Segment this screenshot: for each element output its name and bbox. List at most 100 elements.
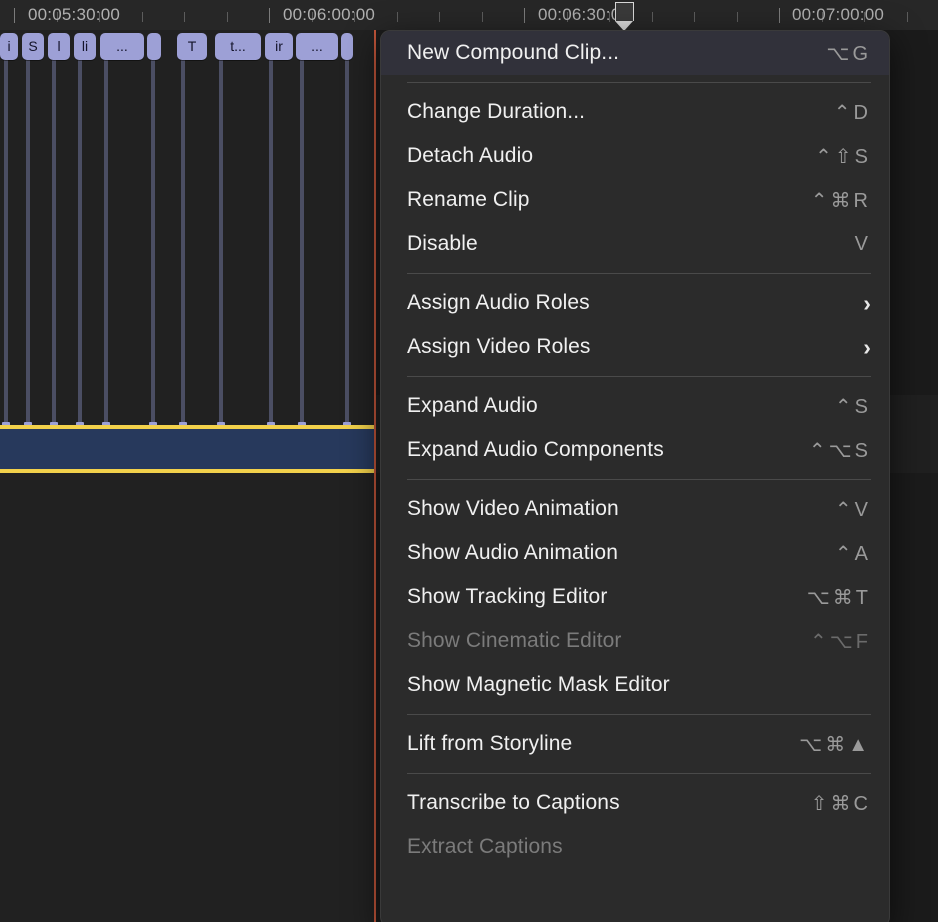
connected-clip[interactable]: ir	[265, 33, 293, 60]
menu-item-label: Show Video Animation	[407, 497, 619, 520]
menu-item-label: Transcribe to Captions	[407, 791, 620, 814]
menu-item-shortcut: ⌃A	[834, 542, 871, 565]
menu-item[interactable]: Show Magnetic Mask Editor	[381, 663, 889, 707]
menu-item-label: Show Cinematic Editor	[407, 629, 622, 652]
menu-item-label: Extract Captions	[407, 835, 563, 858]
menu-item-label: Show Magnetic Mask Editor	[407, 673, 670, 696]
connected-clip[interactable]: l	[48, 33, 70, 60]
ruler-timecode-label: 00:07:00:00	[792, 5, 885, 24]
ruler-timecode-label: 00:05:30:00	[28, 5, 121, 24]
ruler-timecode-label: 00:06:00:00	[283, 5, 376, 24]
timeline-ruler[interactable]: 00:05:30:00 00:06:00:00 00:06:30:00 00:07:0…	[0, 0, 938, 31]
clip-context-menu[interactable]: New Compound Clip... ⌥G Change Duration...…	[380, 30, 890, 922]
connected-clip[interactable]	[341, 33, 353, 60]
chevron-right-icon: ›	[863, 333, 871, 360]
menu-item[interactable]: New Compound Clip... ⌥G	[381, 31, 889, 75]
ruler-minor-tick	[439, 12, 440, 22]
menu-separator	[407, 82, 871, 83]
menu-item[interactable]: Expand Audio Components ⌃⌥S	[381, 428, 889, 472]
connected-clip-label: ir	[275, 38, 283, 54]
playhead-line[interactable]	[374, 30, 376, 922]
menu-separator	[407, 376, 871, 377]
menu-item[interactable]: Lift from Storyline ⌥⌘▲	[381, 722, 889, 766]
clip-connector-line	[298, 60, 306, 428]
connected-clip-label: li	[81, 38, 89, 54]
menu-item-shortcut: ⌃⌥S	[808, 439, 871, 462]
clip-connector-line	[76, 60, 84, 428]
connected-clip-label: i	[7, 38, 11, 54]
menu-item[interactable]: Disable V	[381, 222, 889, 266]
menu-item-label: Rename Clip	[407, 188, 530, 211]
final-cut-pro-timeline-screen: 00:05:30:00 00:06:00:00 00:06:30:00 00:07:0…	[0, 0, 938, 922]
menu-item[interactable]: Assign Video Roles ›	[381, 325, 889, 369]
menu-separator	[407, 773, 871, 774]
ruler-minor-tick	[397, 12, 398, 22]
menu-item-shortcut: ⌥G	[826, 42, 871, 65]
ruler-minor-tick	[907, 12, 908, 22]
skimmer-handle-body	[615, 2, 634, 21]
menu-item-shortcut: V	[854, 232, 871, 255]
ruler-minor-tick	[482, 12, 483, 22]
menu-item-shortcut: ⌃S	[834, 395, 871, 418]
menu-item: Extract Captions	[381, 825, 889, 869]
menu-item-label: Assign Audio Roles	[407, 291, 590, 314]
connected-clip[interactable]: T	[177, 33, 207, 60]
menu-item-label: Lift from Storyline	[407, 732, 573, 755]
menu-item-label: Assign Video Roles	[407, 335, 591, 358]
menu-item[interactable]: Transcribe to Captions ⇧⌘C	[381, 781, 889, 825]
menu-item: Show Cinematic Editor ⌃⌥F	[381, 619, 889, 663]
menu-item[interactable]: Show Audio Animation ⌃A	[381, 531, 889, 575]
connected-clip[interactable]: li	[74, 33, 96, 60]
clip-connector-line	[267, 60, 275, 428]
menu-item[interactable]: Detach Audio ⌃⇧S	[381, 134, 889, 178]
menu-item[interactable]: Show Video Animation ⌃V	[381, 487, 889, 531]
connected-clip-label: ...	[116, 38, 128, 54]
menu-item-label: Show Tracking Editor	[407, 585, 608, 608]
connected-clip[interactable]: ...	[296, 33, 338, 60]
ruler-minor-tick	[652, 12, 653, 22]
storyline-clip-fill	[0, 429, 376, 469]
menu-item[interactable]: Show Tracking Editor ⌥⌘T	[381, 575, 889, 619]
clip-connector-line	[50, 60, 58, 428]
menu-item[interactable]: Assign Audio Roles ›	[381, 281, 889, 325]
connected-clip[interactable]: t...	[215, 33, 261, 60]
menu-item-shortcut: ⌃⌥F	[809, 630, 871, 653]
menu-separator	[407, 479, 871, 480]
clip-connector-line	[102, 60, 110, 428]
menu-item-label: New Compound Clip...	[407, 41, 620, 64]
menu-item-label: Change Duration...	[407, 100, 586, 123]
ruler-minor-tick	[227, 12, 228, 22]
connected-clip[interactable]	[147, 33, 161, 60]
context-menu-body: New Compound Clip... ⌥G Change Duration...…	[381, 31, 889, 869]
ruler-major-tick	[14, 8, 15, 23]
menu-item-label: Expand Audio	[407, 394, 538, 417]
menu-item[interactable]: Rename Clip ⌃⌘R	[381, 178, 889, 222]
skimmer-playhead-handle[interactable]	[615, 2, 634, 31]
menu-item[interactable]: Expand Audio ⌃S	[381, 384, 889, 428]
connected-clip-label: ...	[311, 38, 323, 54]
ruler-major-tick	[524, 8, 525, 23]
menu-item-shortcut: ⌃⌘R	[810, 189, 871, 212]
primary-storyline-selected-clip[interactable]	[0, 425, 376, 473]
connected-clip-label: t...	[230, 38, 246, 54]
connected-clip[interactable]: i	[0, 33, 18, 60]
menu-item-shortcut: ⌥⌘T	[806, 586, 871, 609]
menu-separator	[407, 714, 871, 715]
menu-item-label: Show Audio Animation	[407, 541, 618, 564]
menu-item-shortcut: ⇧⌘C	[810, 792, 871, 815]
clip-connector-line	[2, 60, 10, 428]
clip-connector-line	[343, 60, 351, 428]
menu-item[interactable]: Change Duration... ⌃D	[381, 90, 889, 134]
menu-separator	[407, 273, 871, 274]
menu-item-shortcut: ⌥⌘▲	[799, 733, 871, 756]
ruler-major-tick	[779, 8, 780, 23]
menu-item-label: Detach Audio	[407, 144, 534, 167]
connected-clip[interactable]: S	[22, 33, 44, 60]
ruler-minor-tick	[737, 12, 738, 22]
connected-clip[interactable]: ...	[100, 33, 144, 60]
clip-connector-line	[217, 60, 225, 428]
menu-item-shortcut: ⌃V	[834, 498, 871, 521]
timeline-clips-region[interactable]: i Sl li... Tt... ir...	[0, 30, 376, 922]
ruler-major-tick	[269, 8, 270, 23]
connected-clip-label: T	[187, 38, 197, 54]
